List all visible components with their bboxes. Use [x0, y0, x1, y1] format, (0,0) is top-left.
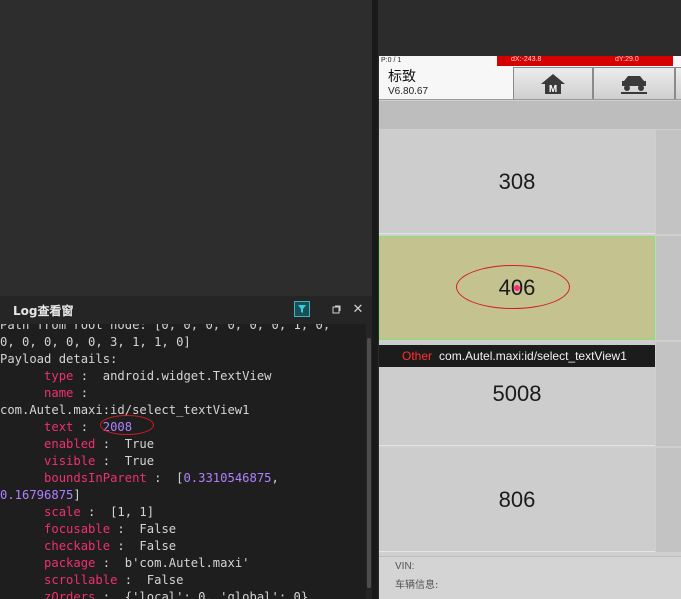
text-value-highlight [100, 415, 154, 435]
log-line: name : [44, 386, 89, 400]
log-output: Path from root node: [0, 0, 0, 0, 0, 0, … [0, 324, 366, 599]
list-side-column [656, 130, 681, 234]
log-line: type : android.widget.TextView [44, 369, 272, 383]
list-header-strip [379, 101, 681, 129]
element-inspector-tooltip: Other com.Autel.maxi:id/select_textView1 [379, 345, 655, 367]
vehicle-lift-button[interactable] [593, 67, 675, 99]
log-viewer-panel: Log查看窗 ✕ Path from root node: [0, 0, 0, … [0, 296, 372, 599]
vin-label: VIN: [395, 561, 415, 572]
log-line: focusable : False [44, 522, 177, 536]
log-panel-header: Log查看窗 ✕ [0, 296, 372, 324]
model-list-item[interactable]: 806 [379, 448, 655, 552]
log-line: boundsInParent : [0.3310546875, [44, 471, 279, 485]
log-line: enabled : True [44, 437, 155, 451]
home-button[interactable]: M [513, 67, 593, 99]
model-label: 806 [498, 486, 536, 512]
vehicle-brand-title: 标致 [388, 69, 416, 85]
list-side-column [656, 236, 681, 340]
car-lift-icon [621, 75, 647, 94]
touch-point-marker [514, 285, 520, 291]
device-screen: P:0 / 1 dX:-243.8 dY:29.0 标致 V6.80.67 M … [379, 56, 681, 599]
vehicle-info-label: 车辆信息: [395, 580, 439, 591]
log-line: Path from root node: [0, 0, 0, 0, 0, 0, … [0, 324, 331, 332]
pointer-dx: dX:-243.8 [511, 56, 542, 63]
home-icon: M [541, 73, 565, 95]
close-icon[interactable]: ✕ [350, 301, 366, 317]
log-line: scale : [1, 1] [44, 505, 155, 519]
device-header: P:0 / 1 dX:-243.8 dY:29.0 标致 V6.80.67 M [379, 56, 681, 100]
log-line: 0.16796875] [0, 488, 81, 502]
svg-text:M: M [549, 84, 557, 95]
vehicle-info-footer: VIN: 车辆信息: [379, 556, 681, 599]
log-panel-title: Log查看窗 [13, 304, 74, 318]
model-label: 5008 [492, 380, 542, 406]
log-line: text : 2008 [44, 420, 133, 434]
log-line: package : b'com.Autel.maxi' [44, 556, 250, 570]
log-text: Path from root node: [0, 0, 0, 0, 0, 0, … [0, 324, 366, 599]
pointer-location-info: P:0 / 1 [381, 57, 402, 64]
log-line: com.Autel.maxi:id/select_textView1 [0, 403, 250, 417]
tooltip-type-label: Other [402, 349, 433, 363]
model-list-item[interactable]: 308 [379, 130, 655, 234]
list-side-column [656, 448, 681, 552]
log-line: zOrders : {'local': 0, 'global': 0} [44, 590, 309, 599]
empty-workspace [0, 0, 372, 296]
pointer-dy: dY:29.0 [615, 56, 639, 63]
log-line: Payload details: [0, 352, 118, 366]
log-line: checkable : False [44, 539, 177, 553]
tooltip-resource-id: com.Autel.maxi:id/select_textView1 [439, 349, 627, 363]
filter-icon[interactable] [294, 301, 310, 317]
selection-highlight [456, 265, 570, 309]
list-side-column [656, 342, 681, 446]
software-version: V6.80.67 [388, 86, 429, 97]
log-scrollbar-thumb[interactable] [367, 338, 371, 588]
device-top-bar [378, 0, 681, 56]
log-line: 0, 0, 0, 0, 0, 3, 1, 1, 0] [0, 335, 191, 349]
maximize-icon[interactable] [328, 301, 344, 317]
log-line: visible : True [44, 454, 155, 468]
model-label: 308 [498, 168, 536, 194]
more-tab[interactable] [675, 67, 681, 99]
log-line: scrollable : False [44, 573, 184, 587]
pane-divider[interactable] [372, 0, 378, 599]
